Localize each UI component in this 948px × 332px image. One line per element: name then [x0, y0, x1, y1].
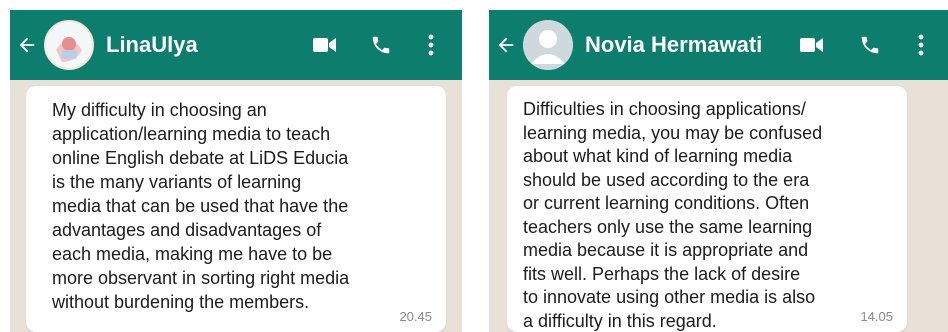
more-vert-icon[interactable]: [901, 10, 941, 80]
message-text: My difficulty in choosing an application…: [52, 100, 350, 312]
video-call-icon[interactable]: [785, 10, 839, 80]
contact-name[interactable]: LinaUlya: [106, 32, 198, 58]
chat-header: Novia Hermawati: [489, 10, 948, 80]
contact-name[interactable]: Novia Hermawati: [585, 32, 762, 58]
message-time: 14.05: [860, 309, 893, 324]
video-call-icon[interactable]: [300, 10, 350, 80]
message-bubble[interactable]: My difficulty in choosing an application…: [26, 86, 446, 332]
chat-header: LinaUlya: [10, 10, 462, 80]
message-bubble[interactable]: Difficulties in choosing applications/ l…: [507, 86, 907, 332]
voice-call-icon[interactable]: [350, 10, 412, 80]
more-vert-icon[interactable]: [412, 10, 450, 80]
message-text: Difficulties in choosing applications/ l…: [523, 99, 823, 331]
chat-screen-novia-hermawati: Novia Hermawati Difficulties in choosing…: [489, 10, 948, 332]
default-avatar-icon[interactable]: [523, 20, 573, 70]
back-arrow-icon[interactable]: [489, 10, 523, 80]
back-arrow-icon[interactable]: [10, 10, 44, 80]
voice-call-icon[interactable]: [839, 10, 901, 80]
chat-screen-linaulya: LinaUlya My difficulty in choosing an ap…: [10, 10, 462, 332]
message-time: 20.45: [399, 309, 432, 324]
avatar[interactable]: [44, 20, 94, 70]
